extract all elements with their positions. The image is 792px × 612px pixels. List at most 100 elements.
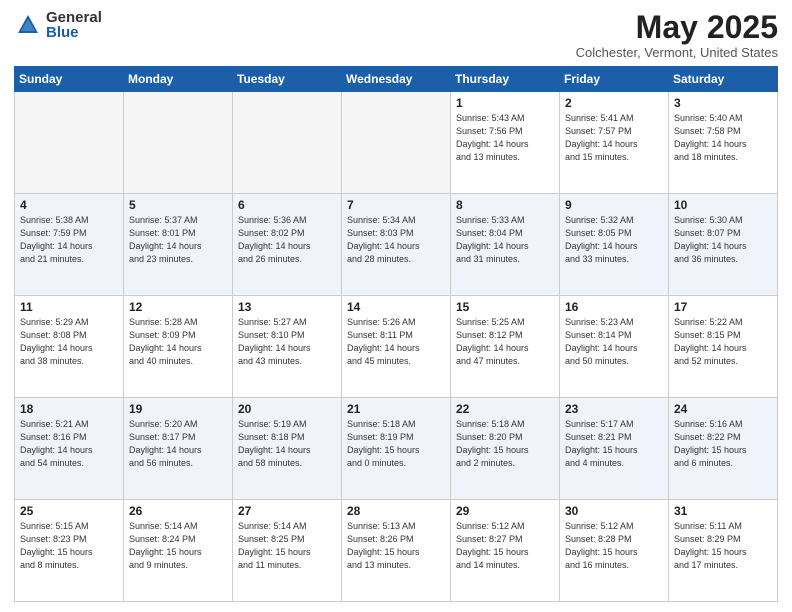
- header: General Blue May 2025 Colchester, Vermon…: [14, 10, 778, 60]
- day-number: 20: [238, 402, 336, 416]
- day-info: Sunrise: 5:37 AM Sunset: 8:01 PM Dayligh…: [129, 214, 227, 266]
- day-info: Sunrise: 5:43 AM Sunset: 7:56 PM Dayligh…: [456, 112, 554, 164]
- day-number: 24: [674, 402, 772, 416]
- day-number: 16: [565, 300, 663, 314]
- day-info: Sunrise: 5:38 AM Sunset: 7:59 PM Dayligh…: [20, 214, 118, 266]
- calendar-cell: 2 Sunrise: 5:41 AM Sunset: 7:57 PM Daylig…: [560, 92, 669, 194]
- calendar-cell: 19 Sunrise: 5:20 AM Sunset: 8:17 PM Dayli…: [124, 398, 233, 500]
- day-info: Sunrise: 5:12 AM Sunset: 8:27 PM Dayligh…: [456, 520, 554, 572]
- day-info: Sunrise: 5:33 AM Sunset: 8:04 PM Dayligh…: [456, 214, 554, 266]
- calendar-cell: 10Sunrise: 5:30 AM Sunset: 8:07 PM Dayli…: [669, 194, 778, 296]
- weekday-header-thursday: Thursday: [451, 67, 560, 92]
- day-info: Sunrise: 5:23 AM Sunset: 8:14 PM Dayligh…: [565, 316, 663, 368]
- day-info: Sunrise: 5:25 AM Sunset: 8:12 PM Dayligh…: [456, 316, 554, 368]
- calendar-cell: 9 Sunrise: 5:32 AM Sunset: 8:05 PM Daylig…: [560, 194, 669, 296]
- calendar-cell: 1Sunrise: 5:43 AM Sunset: 7:56 PM Daylig…: [451, 92, 560, 194]
- day-number: 9: [565, 198, 663, 212]
- day-number: 13: [238, 300, 336, 314]
- day-info: Sunrise: 5:12 AM Sunset: 8:28 PM Dayligh…: [565, 520, 663, 572]
- calendar-cell: 4 Sunrise: 5:38 AM Sunset: 7:59 PM Daylig…: [15, 194, 124, 296]
- day-number: 6: [238, 198, 336, 212]
- calendar-cell: 3 Sunrise: 5:40 AM Sunset: 7:58 PM Daylig…: [669, 92, 778, 194]
- day-number: 4: [20, 198, 118, 212]
- day-info: Sunrise: 5:11 AM Sunset: 8:29 PM Dayligh…: [674, 520, 772, 572]
- day-info: Sunrise: 5:41 AM Sunset: 7:57 PM Dayligh…: [565, 112, 663, 164]
- calendar-cell: 29 Sunrise: 5:12 AM Sunset: 8:27 PM Dayli…: [451, 500, 560, 602]
- day-number: 27: [238, 504, 336, 518]
- calendar-cell: [15, 92, 124, 194]
- calendar-cell: 13 Sunrise: 5:27 AM Sunset: 8:10 PM Dayli…: [233, 296, 342, 398]
- calendar-cell: 5Sunrise: 5:37 AM Sunset: 8:01 PM Daylig…: [124, 194, 233, 296]
- calendar-cell: 15Sunrise: 5:25 AM Sunset: 8:12 PM Dayli…: [451, 296, 560, 398]
- weekday-header-wednesday: Wednesday: [342, 67, 451, 92]
- day-info: Sunrise: 5:40 AM Sunset: 7:58 PM Dayligh…: [674, 112, 772, 164]
- calendar-cell: 12Sunrise: 5:28 AM Sunset: 8:09 PM Dayli…: [124, 296, 233, 398]
- day-info: Sunrise: 5:18 AM Sunset: 8:19 PM Dayligh…: [347, 418, 445, 470]
- logo-general-text: General: [46, 10, 102, 25]
- calendar-cell: [124, 92, 233, 194]
- day-info: Sunrise: 5:20 AM Sunset: 8:17 PM Dayligh…: [129, 418, 227, 470]
- day-number: 3: [674, 96, 772, 110]
- calendar-week-4: 18 Sunrise: 5:21 AM Sunset: 8:16 PM Dayli…: [15, 398, 778, 500]
- calendar-cell: 20Sunrise: 5:19 AM Sunset: 8:18 PM Dayli…: [233, 398, 342, 500]
- day-info: Sunrise: 5:36 AM Sunset: 8:02 PM Dayligh…: [238, 214, 336, 266]
- day-info: Sunrise: 5:18 AM Sunset: 8:20 PM Dayligh…: [456, 418, 554, 470]
- day-info: Sunrise: 5:13 AM Sunset: 8:26 PM Dayligh…: [347, 520, 445, 572]
- calendar-cell: 23 Sunrise: 5:17 AM Sunset: 8:21 PM Dayli…: [560, 398, 669, 500]
- day-info: Sunrise: 5:26 AM Sunset: 8:11 PM Dayligh…: [347, 316, 445, 368]
- day-number: 11: [20, 300, 118, 314]
- calendar-cell: 25 Sunrise: 5:15 AM Sunset: 8:23 PM Dayli…: [15, 500, 124, 602]
- day-info: Sunrise: 5:14 AM Sunset: 8:24 PM Dayligh…: [129, 520, 227, 572]
- calendar-cell: 11Sunrise: 5:29 AM Sunset: 8:08 PM Dayli…: [15, 296, 124, 398]
- calendar-cell: 14 Sunrise: 5:26 AM Sunset: 8:11 PM Dayli…: [342, 296, 451, 398]
- calendar-week-5: 25 Sunrise: 5:15 AM Sunset: 8:23 PM Dayli…: [15, 500, 778, 602]
- weekday-header-sunday: Sunday: [15, 67, 124, 92]
- calendar-cell: 7 Sunrise: 5:34 AM Sunset: 8:03 PM Daylig…: [342, 194, 451, 296]
- calendar-cell: 21Sunrise: 5:18 AM Sunset: 8:19 PM Dayli…: [342, 398, 451, 500]
- day-number: 2: [565, 96, 663, 110]
- calendar-cell: 30Sunrise: 5:12 AM Sunset: 8:28 PM Dayli…: [560, 500, 669, 602]
- day-number: 18: [20, 402, 118, 416]
- calendar-cell: [342, 92, 451, 194]
- day-number: 19: [129, 402, 227, 416]
- day-number: 25: [20, 504, 118, 518]
- day-info: Sunrise: 5:17 AM Sunset: 8:21 PM Dayligh…: [565, 418, 663, 470]
- calendar-cell: 8Sunrise: 5:33 AM Sunset: 8:04 PM Daylig…: [451, 194, 560, 296]
- day-number: 22: [456, 402, 554, 416]
- day-number: 31: [674, 504, 772, 518]
- calendar-cell: 27 Sunrise: 5:14 AM Sunset: 8:25 PM Dayli…: [233, 500, 342, 602]
- day-number: 10: [674, 198, 772, 212]
- calendar-cell: 28Sunrise: 5:13 AM Sunset: 8:26 PM Dayli…: [342, 500, 451, 602]
- weekday-header-row: SundayMondayTuesdayWednesdayThursdayFrid…: [15, 67, 778, 92]
- weekday-header-monday: Monday: [124, 67, 233, 92]
- day-number: 17: [674, 300, 772, 314]
- day-info: Sunrise: 5:14 AM Sunset: 8:25 PM Dayligh…: [238, 520, 336, 572]
- calendar-table: SundayMondayTuesdayWednesdayThursdayFrid…: [14, 66, 778, 602]
- logo: General Blue: [14, 10, 102, 40]
- page: General Blue May 2025 Colchester, Vermon…: [0, 0, 792, 612]
- logo-icon: [14, 11, 42, 39]
- day-number: 14: [347, 300, 445, 314]
- calendar-cell: 6 Sunrise: 5:36 AM Sunset: 8:02 PM Daylig…: [233, 194, 342, 296]
- weekday-header-saturday: Saturday: [669, 67, 778, 92]
- day-info: Sunrise: 5:27 AM Sunset: 8:10 PM Dayligh…: [238, 316, 336, 368]
- calendar-week-3: 11Sunrise: 5:29 AM Sunset: 8:08 PM Dayli…: [15, 296, 778, 398]
- day-info: Sunrise: 5:32 AM Sunset: 8:05 PM Dayligh…: [565, 214, 663, 266]
- day-number: 23: [565, 402, 663, 416]
- day-info: Sunrise: 5:16 AM Sunset: 8:22 PM Dayligh…: [674, 418, 772, 470]
- calendar-week-1: 1Sunrise: 5:43 AM Sunset: 7:56 PM Daylig…: [15, 92, 778, 194]
- weekday-header-tuesday: Tuesday: [233, 67, 342, 92]
- calendar-cell: 17 Sunrise: 5:22 AM Sunset: 8:15 PM Dayli…: [669, 296, 778, 398]
- calendar-cell: 22 Sunrise: 5:18 AM Sunset: 8:20 PM Dayli…: [451, 398, 560, 500]
- day-number: 29: [456, 504, 554, 518]
- month-title: May 2025: [576, 10, 778, 45]
- day-info: Sunrise: 5:21 AM Sunset: 8:16 PM Dayligh…: [20, 418, 118, 470]
- calendar-cell: 26Sunrise: 5:14 AM Sunset: 8:24 PM Dayli…: [124, 500, 233, 602]
- day-info: Sunrise: 5:22 AM Sunset: 8:15 PM Dayligh…: [674, 316, 772, 368]
- calendar-week-2: 4 Sunrise: 5:38 AM Sunset: 7:59 PM Daylig…: [15, 194, 778, 296]
- day-info: Sunrise: 5:34 AM Sunset: 8:03 PM Dayligh…: [347, 214, 445, 266]
- calendar-cell: [233, 92, 342, 194]
- day-info: Sunrise: 5:15 AM Sunset: 8:23 PM Dayligh…: [20, 520, 118, 572]
- location: Colchester, Vermont, United States: [576, 45, 778, 60]
- day-number: 7: [347, 198, 445, 212]
